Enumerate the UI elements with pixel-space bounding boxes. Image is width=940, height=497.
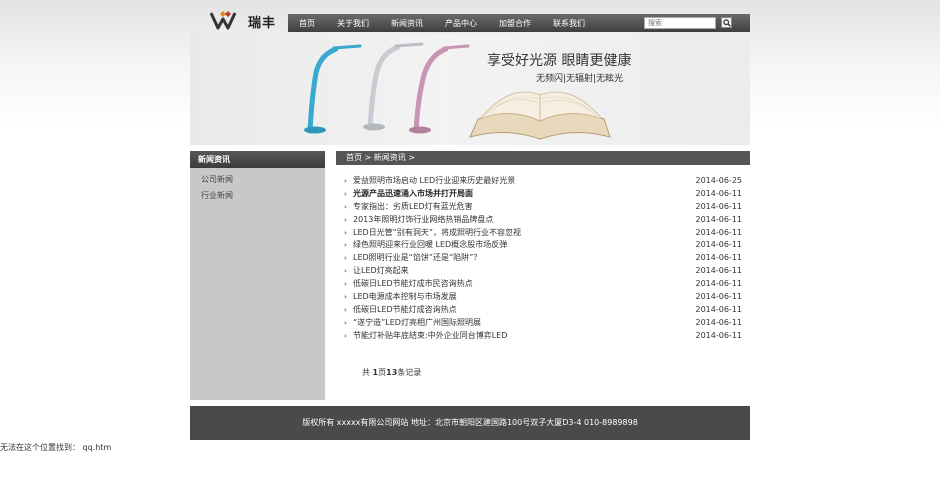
news-row: › 光源产品迅速涌入市场并打开局面 2014-06-11	[344, 188, 742, 201]
news-list: › 爱益照明市场启动 LED行业迎来历史最好光景 2014-06-25 › 光源产品迅速…	[344, 175, 742, 343]
news-row: › LED照明行业是“馅饼”还是“陷阱”？ 2014-06-11	[344, 252, 742, 265]
news-date: 2014-06-11	[695, 330, 743, 340]
logo-text: 瑞丰	[248, 16, 277, 31]
news-title-link[interactable]: 绿色照明迎来行业回暖 LED概念股市场反弹	[353, 239, 507, 252]
news-date: 2014-06-11	[695, 253, 743, 263]
banner-lamps-image	[304, 42, 611, 140]
sidebar-item-industry-news[interactable]: 行业新闻	[190, 188, 325, 204]
banner-title: 享受好光源 眼睛更健康	[487, 53, 632, 69]
news-date: 2014-06-11	[695, 188, 743, 198]
news-title-link[interactable]: LED日光管“别有洞天”，将成照明行业不容忽视	[353, 227, 521, 240]
news-row: › 绿色照明迎来行业回暖 LED概念股市场反弹 2014-06-11	[344, 239, 742, 252]
news-row: › LED电源成本控制与市场发展 2014-06-11	[344, 291, 742, 304]
pager: 共 1页13条记录	[362, 367, 421, 378]
news-title-link[interactable]: 爱益照明市场启动 LED行业迎来历史最好光景	[353, 175, 515, 188]
news-row: › 低碳日LED节能灯成市民咨询热点 2014-06-11	[344, 278, 742, 291]
news-date: 2014-06-11	[695, 304, 743, 314]
arrow-right-icon: ›	[344, 228, 347, 237]
news-row: › 爱益照明市场启动 LED行业迎来历史最好光景 2014-06-25	[344, 175, 742, 188]
nav-item-join[interactable]: 加盟合作	[499, 18, 531, 29]
pager-prefix: 共	[362, 368, 373, 377]
logo[interactable]: 瑞丰	[210, 9, 276, 31]
arrow-right-icon: ›	[344, 293, 347, 302]
sidebar-title: 新闻资讯	[190, 151, 325, 168]
news-title-link[interactable]: “遂宁造”LED灯亮相广州国际照明展	[353, 317, 481, 330]
logo-mark-icon	[210, 11, 237, 30]
error-message: 无法在这个位置找到： qq.htm	[0, 443, 112, 452]
arrow-right-icon: ›	[344, 318, 347, 327]
banner-subtitle: 无频闪|无辐射|无眩光	[536, 74, 624, 84]
news-row: › “遂宁造”LED灯亮相广州国际照明展 2014-06-11	[344, 317, 742, 330]
banner: 享受好光源 眼睛更健康 无频闪|无辐射|无眩光	[190, 33, 750, 145]
news-row: › 节能灯补贴年底结束:中外企业同台博弈LED 2014-06-11	[344, 330, 742, 343]
search-input[interactable]	[644, 17, 716, 29]
news-row: › 低碳日LED节能灯成咨询热点 2014-06-11	[344, 304, 742, 317]
arrow-right-icon: ›	[344, 254, 347, 263]
arrow-right-icon: ›	[344, 267, 347, 276]
news-date: 2014-06-11	[695, 214, 743, 224]
search-icon	[722, 18, 731, 27]
news-title-link[interactable]: 让LED灯亮起来	[353, 265, 409, 278]
news-date: 2014-06-25	[695, 176, 743, 185]
news-title-link[interactable]: 低碳日LED节能灯成咨询热点	[353, 304, 457, 317]
news-title-link[interactable]: 低碳日LED节能灯成市民咨询热点	[353, 278, 473, 291]
news-title-link[interactable]: 专家指出：劣质LED灯有蓝光危害	[353, 201, 473, 214]
arrow-right-icon: ›	[344, 215, 347, 224]
news-date: 2014-06-11	[695, 292, 743, 302]
pager-records: 13	[386, 368, 398, 377]
sidebar-item-company-news[interactable]: 公司新闻	[190, 172, 325, 188]
nav-item-products[interactable]: 产品中心	[445, 18, 477, 29]
main-nav: 首页 关于我们 新闻资讯 产品中心 加盟合作 联系我们	[288, 14, 750, 32]
breadcrumb: 首页 > 新闻资讯 >	[336, 151, 750, 165]
arrow-right-icon: ›	[344, 241, 347, 250]
news-title-link[interactable]: LED电源成本控制与市场发展	[353, 291, 457, 304]
news-date: 2014-06-11	[695, 266, 743, 276]
nav-item-home[interactable]: 首页	[299, 18, 315, 29]
sidebar: 新闻资讯 公司新闻 行业新闻	[190, 151, 325, 400]
news-date: 2014-06-11	[695, 227, 743, 237]
news-date: 2014-06-11	[695, 279, 743, 289]
news-title-link[interactable]: 2013年照明灯饰行业网络热销品牌盘点	[353, 214, 493, 227]
arrow-right-icon: ›	[344, 280, 347, 289]
footer: 版权所有 xxxxx有限公司网站 地址：北京市朝阳区建国路100号双子大厦D3-…	[190, 406, 750, 440]
nav-item-news[interactable]: 新闻资讯	[391, 18, 423, 29]
arrow-right-icon: ›	[344, 305, 347, 314]
news-date: 2014-06-11	[695, 201, 743, 211]
news-row: › 2013年照明灯饰行业网络热销品牌盘点 2014-06-11	[344, 214, 742, 227]
news-date: 2014-06-11	[695, 240, 743, 250]
news-date: 2014-06-11	[695, 317, 743, 327]
nav-item-contact[interactable]: 联系我们	[553, 18, 585, 29]
arrow-right-icon: ›	[344, 202, 347, 211]
search-button[interactable]	[721, 17, 732, 28]
news-title-link[interactable]: LED照明行业是“馅饼”还是“陷阱”？	[353, 252, 481, 265]
news-row: › 让LED灯亮起来 2014-06-11	[344, 265, 742, 278]
arrow-right-icon: ›	[344, 189, 347, 198]
news-row: › 专家指出：劣质LED灯有蓝光危害 2014-06-11	[344, 201, 742, 214]
pager-mid: 页	[378, 368, 387, 377]
news-title-link[interactable]: 光源产品迅速涌入市场并打开局面	[353, 188, 473, 201]
arrow-right-icon: ›	[344, 177, 347, 185]
pager-suffix: 条记录	[397, 368, 422, 377]
news-title-link[interactable]: 节能灯补贴年底结束:中外企业同台博弈LED	[353, 330, 507, 343]
arrow-right-icon: ›	[344, 331, 347, 340]
news-row: › LED日光管“别有洞天”，将成照明行业不容忽视 2014-06-11	[344, 227, 742, 240]
nav-item-about[interactable]: 关于我们	[337, 18, 369, 29]
